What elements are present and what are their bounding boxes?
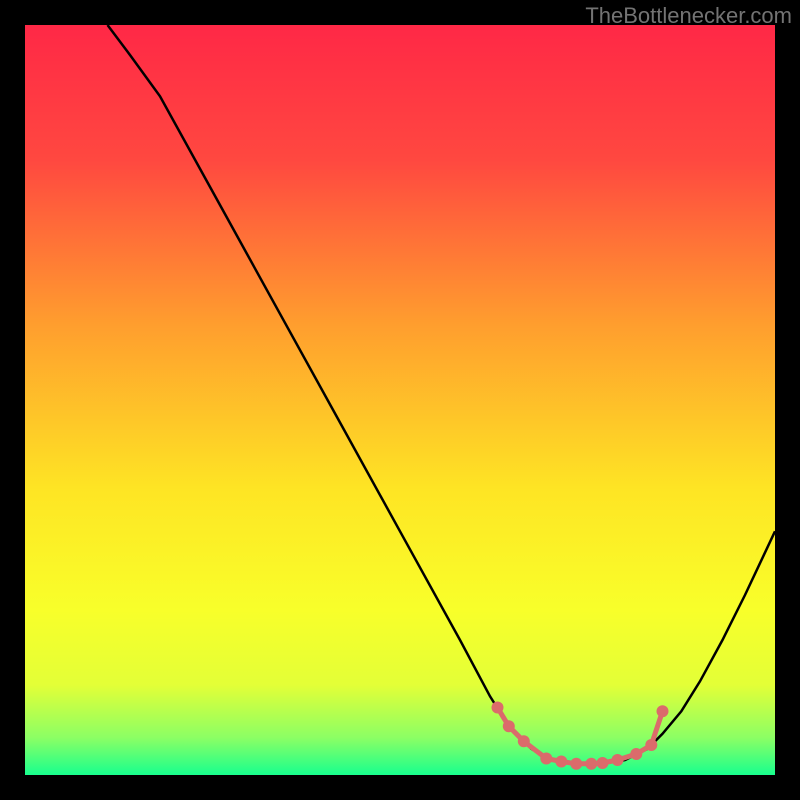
marker-dot	[570, 758, 582, 770]
marker-dot	[612, 754, 624, 766]
marker-dot	[492, 702, 504, 714]
marker-dot	[585, 758, 597, 770]
marker-dot	[645, 739, 657, 751]
gradient-background	[25, 25, 775, 775]
marker-dot	[503, 720, 515, 732]
marker-dot	[540, 753, 552, 765]
chart-area	[25, 25, 775, 775]
marker-dot	[555, 756, 567, 768]
marker-dot	[630, 748, 642, 760]
marker-dot	[597, 757, 609, 769]
chart-svg	[25, 25, 775, 775]
marker-dot	[518, 735, 530, 747]
chart-container: TheBottlenecker.com	[0, 0, 800, 800]
watermark-text: TheBottlenecker.com	[585, 3, 792, 29]
marker-dot	[657, 705, 669, 717]
